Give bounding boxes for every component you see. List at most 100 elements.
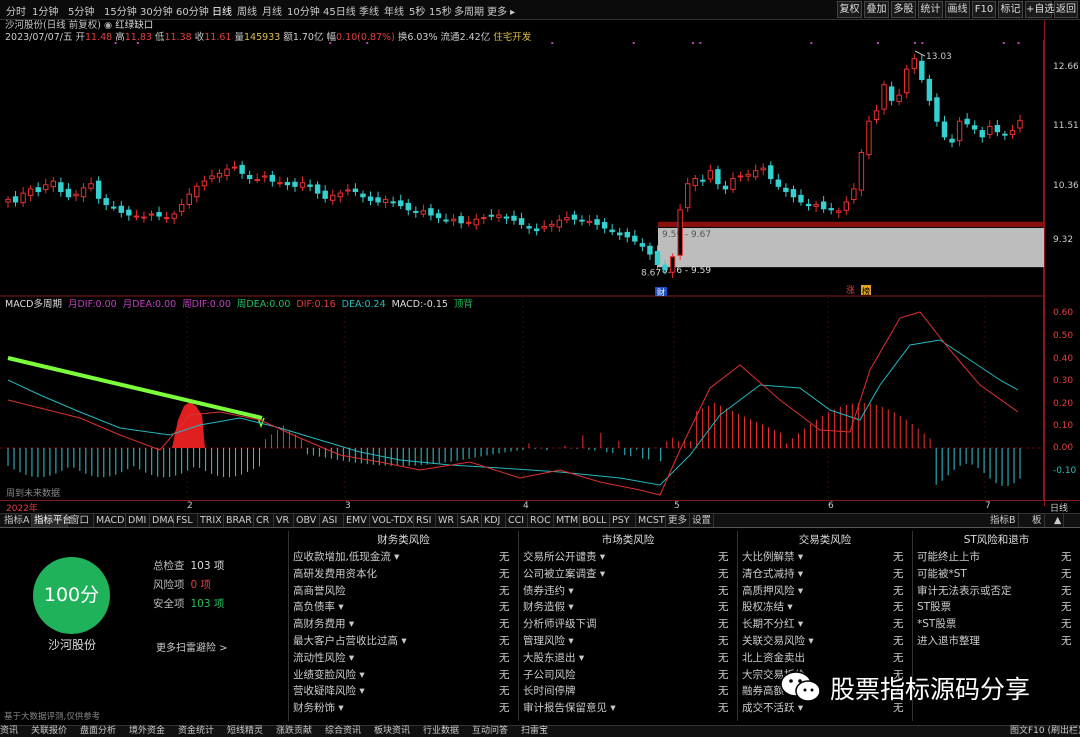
toolbar-button[interactable]: 画线: [945, 1, 970, 18]
indicator-tab[interactable]: 指标平台: [32, 514, 72, 528]
period-tab[interactable]: 15分钟: [104, 3, 137, 18]
risk-item[interactable]: 清仓式减持 ▾: [742, 566, 803, 581]
risk-item[interactable]: 财务造假 ▾: [523, 599, 574, 614]
toolbar-button[interactable]: 返回: [1054, 1, 1078, 18]
risk-item[interactable]: 大比例解禁 ▾: [742, 549, 803, 564]
period-tab[interactable]: 5秒: [409, 3, 425, 18]
indicator-tab[interactable]: 窗口: [68, 514, 94, 528]
risk-item[interactable]: 进入退市整理: [917, 633, 980, 648]
indicator-tab[interactable]: MACD: [94, 514, 126, 528]
risk-item[interactable]: 关联交易风险 ▾: [742, 633, 814, 648]
period-tab[interactable]: 15秒: [429, 3, 452, 18]
period-tab[interactable]: 周线: [237, 3, 257, 18]
indicator-tab[interactable]: RSI: [414, 514, 436, 528]
indicator-tab[interactable]: CCI: [506, 514, 528, 528]
indicator-name[interactable]: 红绿缺口: [115, 20, 153, 31]
indicator-right-tab[interactable]: ▲: [1052, 514, 1065, 528]
toolbar-button[interactable]: +自选: [1025, 1, 1054, 18]
toolbar-button[interactable]: F10: [972, 1, 996, 18]
risk-item[interactable]: 长时间停牌: [523, 683, 576, 698]
risk-item[interactable]: 分析师评级下调: [523, 616, 597, 631]
period-tab[interactable]: 日线: [212, 3, 232, 18]
status-tab[interactable]: 行业数据: [423, 726, 459, 737]
indicator-tab[interactable]: BRAR: [224, 514, 254, 528]
risk-item[interactable]: 业绩变脸风险 ▾: [293, 667, 365, 682]
risk-item[interactable]: 可能被*ST: [917, 566, 967, 581]
indicator-tab[interactable]: DMA: [150, 514, 174, 528]
macd-title[interactable]: MACD多周期: [5, 299, 62, 310]
risk-item[interactable]: 高财务费用 ▾: [293, 616, 354, 631]
risk-item[interactable]: *ST股票: [917, 616, 956, 631]
toolbar-button[interactable]: 统计: [918, 1, 943, 18]
risk-item[interactable]: 高研发费用资本化: [293, 566, 377, 581]
status-tab[interactable]: 关联报价: [31, 726, 67, 737]
risk-item[interactable]: 交易所公开谴责 ▾: [523, 549, 605, 564]
kline-chart[interactable]: 9.59 - 9.67 8.76 - 9.59 13.03 8.67 财 涨榜周到未来数据: [0, 40, 1044, 500]
indicator-tab[interactable]: MTM: [554, 514, 580, 528]
toolbar-button[interactable]: 复权: [837, 1, 862, 18]
status-tab[interactable]: 短线精灵: [227, 726, 263, 737]
status-tab[interactable]: 资讯: [0, 726, 18, 737]
risk-item[interactable]: 审计报告保留意见 ▾: [523, 700, 616, 715]
indicator-tab[interactable]: 更多: [666, 514, 690, 528]
risk-item[interactable]: 可能终止上市: [917, 549, 980, 564]
risk-item[interactable]: 子公司风险: [523, 667, 576, 682]
risk-item[interactable]: 高质押风险 ▾: [742, 583, 803, 598]
status-tab[interactable]: 境外资金: [129, 726, 165, 737]
toolbar-button[interactable]: 多股: [891, 1, 916, 18]
indicator-tab[interactable]: KDJ: [482, 514, 506, 528]
period-tab[interactable]: 多周期: [454, 3, 484, 18]
period-tab[interactable]: 5分钟: [68, 3, 94, 18]
period-tab[interactable]: 月线: [262, 3, 282, 18]
indicator-tab[interactable]: SAR: [458, 514, 482, 528]
toolbar-button[interactable]: 标记: [998, 1, 1023, 18]
period-tab[interactable]: 年线: [384, 3, 404, 18]
risk-item[interactable]: 大股东退出 ▾: [523, 650, 584, 665]
period-tab[interactable]: 10分钟: [287, 3, 320, 18]
indicator-tab[interactable]: DMI: [126, 514, 150, 528]
indicator-tab[interactable]: TRIX: [198, 514, 224, 528]
risk-item[interactable]: 营收疑降风险 ▾: [293, 683, 365, 698]
risk-item[interactable]: 高商誉风险: [293, 583, 346, 598]
indicator-tab[interactable]: CR: [254, 514, 274, 528]
indicator-tab[interactable]: ASI: [320, 514, 344, 528]
indicator-tab[interactable]: PSY: [610, 514, 636, 528]
indicator-right-tab[interactable]: 指标B: [988, 514, 1019, 528]
period-tab[interactable]: 45日线: [323, 3, 356, 18]
status-tab[interactable]: 涨跌贡献: [276, 726, 312, 737]
indicator-tab[interactable]: VOL-TDX: [370, 514, 414, 528]
risk-item[interactable]: 财务粉饰 ▾: [293, 700, 344, 715]
period-tab[interactable]: 更多 ▸: [487, 3, 515, 18]
indicator-right-tab[interactable]: 板: [1030, 514, 1045, 528]
risk-item[interactable]: 管理风险 ▾: [523, 633, 574, 648]
status-tab[interactable]: 互动问答: [472, 726, 508, 737]
risk-item[interactable]: 北上资金卖出: [742, 650, 805, 665]
risk-item[interactable]: 应收款增加,低现金流 ▾: [293, 549, 399, 564]
risk-item[interactable]: 股权冻结 ▾: [742, 599, 793, 614]
indicator-tab[interactable]: OBV: [294, 514, 320, 528]
indicator-tab[interactable]: 设置: [690, 514, 714, 528]
risk-item[interactable]: ST股票: [917, 599, 951, 614]
risk-item[interactable]: 最大客户占营收比过高 ▾: [293, 633, 407, 648]
indicator-tab[interactable]: WR: [436, 514, 458, 528]
risk-item[interactable]: 高负债率 ▾: [293, 599, 344, 614]
risk-item[interactable]: 长期不分红 ▾: [742, 616, 803, 631]
period-tab[interactable]: 1分钟: [32, 3, 58, 18]
risk-item[interactable]: 审计无法表示或否定: [917, 583, 1012, 598]
risk-item[interactable]: 流动性风险 ▾: [293, 650, 354, 665]
indicator-tab[interactable]: FSL: [174, 514, 198, 528]
indicator-tab[interactable]: MCST: [636, 514, 666, 528]
period-tab[interactable]: 分时: [6, 3, 26, 18]
status-tab[interactable]: 盘面分析: [80, 726, 116, 737]
status-tab[interactable]: 综合资讯: [325, 726, 361, 737]
indicator-tab[interactable]: 指标A: [2, 514, 32, 528]
more-scan-link[interactable]: 更多扫雷避险 >: [156, 639, 228, 654]
period-tab[interactable]: 季线: [359, 3, 379, 18]
toolbar-button[interactable]: 叠加: [864, 1, 889, 18]
period-tab[interactable]: 30分钟: [140, 3, 173, 18]
risk-item[interactable]: 公司被立案调查 ▾: [523, 566, 605, 581]
indicator-tab[interactable]: EMV: [344, 514, 370, 528]
indicator-tab[interactable]: ROC: [528, 514, 554, 528]
indicator-tab[interactable]: BOLL: [580, 514, 610, 528]
status-tab[interactable]: 资金统计: [178, 726, 214, 737]
